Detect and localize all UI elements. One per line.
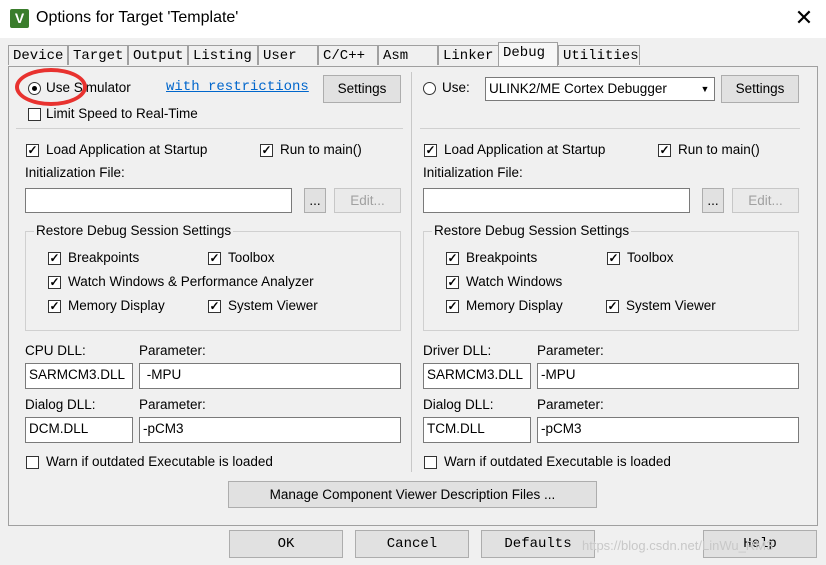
right-load-app-checkbox[interactable]: ✓ bbox=[424, 144, 437, 157]
watch-windows-label: Watch Windows & Performance Analyzer bbox=[68, 274, 314, 289]
column-divider bbox=[411, 72, 412, 472]
tab-target[interactable]: Target bbox=[68, 45, 128, 65]
right-warn-outdated-label: Warn if outdated Executable is loaded bbox=[444, 454, 671, 469]
system-viewer-checkbox[interactable]: ✓ bbox=[208, 300, 221, 313]
cpu-dll-input[interactable]: SARMCM3.DLL bbox=[25, 363, 133, 389]
right-dialog-dll-label: Dialog DLL: bbox=[423, 397, 494, 412]
use-debugger-label: Use: bbox=[442, 80, 470, 95]
ok-button[interactable]: OK bbox=[229, 530, 343, 558]
tab-device[interactable]: Device bbox=[8, 45, 68, 65]
tab-utilities[interactable]: Utilities bbox=[558, 45, 640, 65]
limit-speed-label: Limit Speed to Real-Time bbox=[46, 106, 198, 121]
tab-c-cpp[interactable]: C/C++ bbox=[318, 45, 378, 65]
driver-dll-input[interactable]: SARMCM3.DLL bbox=[423, 363, 531, 389]
tab-asm[interactable]: Asm bbox=[378, 45, 438, 65]
right-dialog-dll-input[interactable]: TCM.DLL bbox=[423, 417, 531, 443]
run-to-main-checkbox[interactable]: ✓ bbox=[260, 144, 273, 157]
driver-dll-param-label: Parameter: bbox=[537, 343, 604, 358]
right-watch-windows-checkbox[interactable]: ✓ bbox=[446, 276, 459, 289]
simulator-settings-button[interactable]: Settings bbox=[323, 75, 401, 103]
toolbox-checkbox[interactable]: ✓ bbox=[208, 252, 221, 265]
chevron-down-icon[interactable]: ▼ bbox=[696, 78, 714, 100]
watch-windows-checkbox[interactable]: ✓ bbox=[48, 276, 61, 289]
load-app-label: Load Application at Startup bbox=[46, 142, 208, 157]
tab-user[interactable]: User bbox=[258, 45, 318, 65]
right-init-file-browse-button[interactable]: ... bbox=[702, 188, 724, 213]
watermark: https://blog.csdn.net/LinWu_RM3 bbox=[582, 538, 774, 553]
right-init-file-label: Initialization File: bbox=[423, 165, 523, 180]
driver-dll-label: Driver DLL: bbox=[423, 343, 492, 358]
init-file-input[interactable] bbox=[25, 188, 292, 213]
init-file-browse-button[interactable]: ... bbox=[304, 188, 326, 213]
load-app-checkbox[interactable]: ✓ bbox=[26, 144, 39, 157]
debugger-select[interactable]: ULINK2/ME Cortex Debugger ▼ bbox=[485, 77, 715, 101]
app-icon: V bbox=[10, 9, 29, 28]
dialog-dll-input[interactable]: DCM.DLL bbox=[25, 417, 133, 443]
restore-settings-title: Restore Debug Session Settings bbox=[34, 223, 234, 238]
debugger-select-value: ULINK2/ME Cortex Debugger bbox=[489, 81, 667, 96]
tab-listing[interactable]: Listing bbox=[188, 45, 258, 65]
cpu-dll-label: CPU DLL: bbox=[25, 343, 86, 358]
right-system-viewer-label: System Viewer bbox=[626, 298, 716, 313]
use-debugger-radio[interactable] bbox=[423, 82, 436, 95]
cpu-dll-param-label: Parameter: bbox=[139, 343, 206, 358]
right-run-to-main-checkbox[interactable]: ✓ bbox=[658, 144, 671, 157]
cancel-button[interactable]: Cancel bbox=[355, 530, 469, 558]
memory-display-checkbox[interactable]: ✓ bbox=[48, 300, 61, 313]
right-toolbox-label: Toolbox bbox=[627, 250, 674, 265]
left-separator bbox=[16, 128, 403, 129]
close-icon[interactable]: ✕ bbox=[793, 6, 815, 30]
right-memory-display-checkbox[interactable]: ✓ bbox=[446, 300, 459, 313]
dialog-dll-label: Dialog DLL: bbox=[25, 397, 96, 412]
right-load-app-label: Load Application at Startup bbox=[444, 142, 606, 157]
right-toolbox-checkbox[interactable]: ✓ bbox=[607, 252, 620, 265]
tab-linker[interactable]: Linker bbox=[438, 45, 500, 65]
window-title: Options for Target 'Template' bbox=[36, 9, 239, 26]
right-watch-windows-label: Watch Windows bbox=[466, 274, 563, 289]
right-warn-outdated-checkbox[interactable] bbox=[424, 456, 437, 469]
system-viewer-label: System Viewer bbox=[228, 298, 318, 313]
breakpoints-checkbox[interactable]: ✓ bbox=[48, 252, 61, 265]
driver-dll-param-input[interactable]: -MPU bbox=[537, 363, 799, 389]
right-separator bbox=[420, 128, 800, 129]
dialog-dll-param-label: Parameter: bbox=[139, 397, 206, 412]
highlight-circle bbox=[15, 68, 87, 106]
init-file-edit-button[interactable]: Edit... bbox=[334, 188, 401, 213]
right-breakpoints-checkbox[interactable]: ✓ bbox=[446, 252, 459, 265]
warn-outdated-checkbox[interactable] bbox=[26, 456, 39, 469]
breakpoints-label: Breakpoints bbox=[68, 250, 140, 265]
right-restore-settings-title: Restore Debug Session Settings bbox=[432, 223, 632, 238]
right-init-file-edit-button[interactable]: Edit... bbox=[732, 188, 799, 213]
init-file-label: Initialization File: bbox=[25, 165, 125, 180]
right-run-to-main-label: Run to main() bbox=[678, 142, 760, 157]
with-restrictions-link[interactable]: with restrictions bbox=[166, 79, 309, 95]
defaults-button[interactable]: Defaults bbox=[481, 530, 595, 558]
tab-output[interactable]: Output bbox=[128, 45, 188, 65]
tab-debug[interactable]: Debug bbox=[498, 42, 558, 66]
debugger-settings-button[interactable]: Settings bbox=[721, 75, 799, 103]
toolbox-label: Toolbox bbox=[228, 250, 275, 265]
dialog-dll-param-input[interactable]: -pCM3 bbox=[139, 417, 401, 443]
warn-outdated-label: Warn if outdated Executable is loaded bbox=[46, 454, 273, 469]
right-memory-display-label: Memory Display bbox=[466, 298, 563, 313]
right-breakpoints-label: Breakpoints bbox=[466, 250, 538, 265]
limit-speed-checkbox[interactable] bbox=[28, 108, 41, 121]
memory-display-label: Memory Display bbox=[68, 298, 165, 313]
right-system-viewer-checkbox[interactable]: ✓ bbox=[606, 300, 619, 313]
right-dialog-dll-param-label: Parameter: bbox=[537, 397, 604, 412]
cpu-dll-param-input[interactable]: -MPU bbox=[139, 363, 401, 389]
run-to-main-label: Run to main() bbox=[280, 142, 362, 157]
right-init-file-input[interactable] bbox=[423, 188, 690, 213]
manage-component-viewer-button[interactable]: Manage Component Viewer Description File… bbox=[228, 481, 597, 508]
right-dialog-dll-param-input[interactable]: -pCM3 bbox=[537, 417, 799, 443]
